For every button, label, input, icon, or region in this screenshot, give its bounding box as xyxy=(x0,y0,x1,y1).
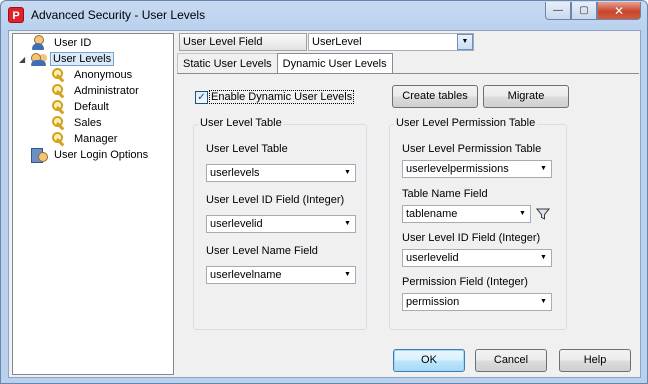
tree-item-anonymous[interactable]: Anonymous xyxy=(51,67,136,83)
enable-dynamic-checkbox[interactable]: ✓ xyxy=(195,91,208,104)
tree-item-label: User ID xyxy=(54,37,92,49)
user-level-table-group: User Level Table User Level Table userle… xyxy=(193,117,367,330)
tree-item-label: User Levels xyxy=(50,52,115,66)
tree-item-label: Sales xyxy=(74,117,102,129)
cancel-button[interactable]: Cancel xyxy=(475,349,547,372)
migrate-button[interactable]: Migrate xyxy=(483,85,569,108)
permission-field-value: permission xyxy=(406,296,460,308)
tree-item-label: Anonymous xyxy=(74,69,133,81)
caption-buttons: — ▢ ✕ xyxy=(545,2,641,20)
chevron-down-icon[interactable]: ▼ xyxy=(340,267,355,283)
user-level-field-value: UserLevel xyxy=(312,36,362,48)
security-tree[interactable]: User ID ◢ User Levels Anonymous Administ… xyxy=(12,33,174,375)
enable-dynamic-label[interactable]: Enable Dynamic User Levels xyxy=(208,90,355,104)
permission-user-level-id-select[interactable]: userlevelid ▼ xyxy=(402,249,552,267)
user-level-name-value: userlevelname xyxy=(210,269,282,281)
permission-table-label: User Level Permission Table xyxy=(402,143,542,155)
filter-icon xyxy=(536,208,550,220)
table-name-field-label: Table Name Field xyxy=(402,188,488,200)
chevron-down-icon[interactable]: ▼ xyxy=(536,250,551,266)
tree-item-label: User Login Options xyxy=(54,149,149,161)
dialog-client-area: User ID ◢ User Levels Anonymous Administ… xyxy=(8,30,641,378)
chevron-down-icon[interactable]: ▼ xyxy=(536,161,551,177)
group-title: User Level Table xyxy=(198,117,284,129)
chevron-down-icon[interactable]: ▼ xyxy=(536,294,551,310)
user-level-field-select[interactable]: UserLevel ▼ xyxy=(308,33,474,51)
app-logo-icon: P xyxy=(8,7,24,23)
key-icon xyxy=(51,131,67,147)
chevron-down-icon[interactable]: ▼ xyxy=(515,206,530,222)
tree-item-label: Manager xyxy=(74,133,118,145)
tree-item-administrator[interactable]: Administrator xyxy=(51,83,143,99)
title-bar[interactable]: P Advanced Security - User Levels — ▢ ✕ xyxy=(1,1,647,29)
create-tables-button[interactable]: Create tables xyxy=(392,85,478,108)
close-button[interactable]: ✕ xyxy=(597,2,641,20)
tree-item-sales[interactable]: Sales xyxy=(51,115,106,131)
tree-item-user-levels[interactable]: User Levels xyxy=(31,51,115,67)
user-level-name-select[interactable]: userlevelname ▼ xyxy=(206,266,356,284)
chevron-down-icon[interactable]: ▼ xyxy=(457,34,473,50)
tree-item-manager[interactable]: Manager xyxy=(51,131,121,147)
permission-field-select[interactable]: permission ▼ xyxy=(402,293,552,311)
key-icon xyxy=(51,67,67,83)
tree-item-label: Default xyxy=(74,101,109,113)
user-level-name-label: User Level Name Field xyxy=(206,245,318,257)
close-icon: ✕ xyxy=(613,3,625,18)
tree-item-user-login-options[interactable]: User Login Options xyxy=(31,147,152,163)
tab-strip: Static User Levels Dynamic User Levels xyxy=(177,53,393,75)
group-title: User Level Permission Table xyxy=(394,117,538,129)
user-level-table-select[interactable]: userlevels ▼ xyxy=(206,164,356,182)
permission-user-level-id-label: User Level ID Field (Integer) xyxy=(402,232,541,244)
tree-item-label: Administrator xyxy=(74,85,139,97)
user-level-id-value: userlevelid xyxy=(210,218,263,230)
table-name-field-select[interactable]: tablename ▼ xyxy=(402,205,531,223)
dialog-window: P Advanced Security - User Levels — ▢ ✕ … xyxy=(0,0,648,384)
user-level-table-value: userlevels xyxy=(210,167,260,179)
login-icon xyxy=(31,147,48,163)
user-level-table-label: User Level Table xyxy=(206,143,288,155)
collapse-expander-icon[interactable]: ◢ xyxy=(19,55,25,64)
tab-static-user-levels[interactable]: Static User Levels xyxy=(177,53,278,74)
minimize-button[interactable]: — xyxy=(545,2,571,20)
table-name-field-value: tablename xyxy=(406,208,458,220)
permission-field-label: Permission Field (Integer) xyxy=(402,276,528,288)
key-icon xyxy=(51,115,67,131)
users-icon xyxy=(31,51,47,67)
user-level-field-label: User Level Field (Integer) xyxy=(179,33,307,64)
tree-item-default[interactable]: Default xyxy=(51,99,113,115)
permission-table-value: userlevelpermissions xyxy=(406,163,509,175)
user-level-id-label: User Level ID Field (Integer) xyxy=(206,194,345,206)
chevron-down-icon[interactable]: ▼ xyxy=(340,165,355,181)
tab-dynamic-user-levels[interactable]: Dynamic User Levels xyxy=(276,53,393,75)
user-level-id-select[interactable]: userlevelid ▼ xyxy=(206,215,356,233)
window-title: Advanced Security - User Levels xyxy=(31,8,206,22)
maximize-icon: ▢ xyxy=(579,5,589,16)
dynamic-user-levels-panel: ✓ Enable Dynamic User Levels Create tabl… xyxy=(177,73,639,331)
tree-item-user-id[interactable]: User ID xyxy=(31,35,95,51)
permission-table-group: User Level Permission Table User Level P… xyxy=(389,117,567,330)
minimize-icon: — xyxy=(553,5,563,16)
key-icon xyxy=(51,99,67,115)
chevron-down-icon[interactable]: ▼ xyxy=(340,216,355,232)
help-button[interactable]: Help xyxy=(559,349,631,372)
key-icon xyxy=(51,83,67,99)
user-icon xyxy=(31,35,47,51)
permission-table-select[interactable]: userlevelpermissions ▼ xyxy=(402,160,552,178)
maximize-button[interactable]: ▢ xyxy=(571,2,597,20)
filter-button[interactable] xyxy=(534,205,552,223)
ok-button[interactable]: OK xyxy=(393,349,465,372)
permission-user-level-id-value: userlevelid xyxy=(406,252,459,264)
